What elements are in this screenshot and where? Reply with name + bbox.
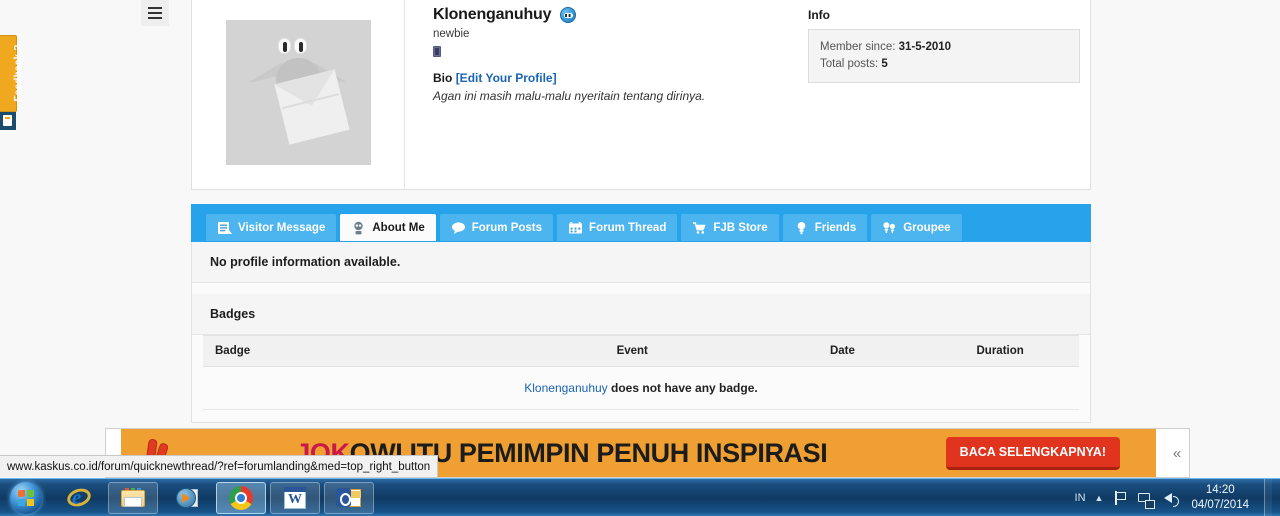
profile-content: Klonenganuhuy newbie Bio [Edit Your Prof…	[191, 0, 1091, 423]
folder-icon	[120, 485, 146, 511]
th-event: Event	[500, 335, 764, 367]
taskbar-microsoft-word[interactable]: W	[270, 481, 320, 514]
info-box: Member since: 31-5-2010 Total posts: 5	[808, 29, 1080, 83]
profile-info-cell: Klonenganuhuy newbie Bio [Edit Your Prof…	[405, 0, 1090, 189]
person-icon	[794, 221, 809, 235]
tab-fjb-store[interactable]: FJB Store	[681, 214, 779, 241]
tab-label: Visitor Message	[238, 221, 326, 234]
feedback-tab-label: Feedback ?	[13, 44, 24, 102]
th-duration: Duration	[921, 335, 1079, 367]
menu-hamburger-button[interactable]	[141, 0, 169, 26]
screen: Feedback ? Klonenganuhuy newbie Bio [Edi…	[0, 0, 1280, 516]
feedback-widget-icon[interactable]	[0, 112, 16, 130]
start-button[interactable]	[2, 480, 50, 516]
bio-text: Agan ini masih malu-malu nyeritain tenta…	[433, 89, 706, 103]
profile-card: Klonenganuhuy newbie Bio [Edit Your Prof…	[191, 0, 1091, 190]
hamburger-line	[148, 12, 162, 14]
info-sidebar: Info Member since: 31-5-2010 Total posts…	[808, 8, 1080, 83]
badges-heading-row: Badges	[192, 294, 1090, 335]
hamburger-line	[148, 7, 162, 9]
show-desktop-button[interactable]	[1264, 478, 1272, 516]
tab-label: FJB Store	[713, 221, 768, 234]
tab-forum-thread[interactable]: Forum Thread	[557, 214, 678, 241]
feedback-tab[interactable]: Feedback ?	[0, 35, 24, 112]
tab-groupee[interactable]: Groupee	[871, 214, 962, 241]
tab-friends[interactable]: Friends	[782, 214, 868, 241]
tray-language-indicator[interactable]: IN	[1075, 492, 1086, 504]
taskbar-windows-media-player[interactable]	[162, 482, 212, 514]
tab-label: Friends	[814, 221, 857, 234]
user-rank-icon	[433, 46, 441, 57]
word-icon: W	[282, 485, 308, 511]
windows-taskbar: e W IN ▲ 14:20 04/07/2014	[0, 478, 1280, 516]
member-since-value: 31-5-2010	[898, 41, 952, 53]
table-row: Klonenganuhuy does not have any badge.	[203, 366, 1079, 410]
hamburger-line	[148, 17, 162, 19]
clock[interactable]: 14:20 04/07/2014	[1191, 483, 1255, 513]
ad-collapse-button[interactable]: «	[1167, 429, 1187, 477]
browser-status-bar: www.kaskus.co.id/forum/quicknewthread/?r…	[0, 455, 439, 477]
badges-empty-user-link[interactable]: Klonenganuhuy	[524, 381, 607, 395]
about-me-panel: No profile information available. Badges…	[191, 242, 1091, 423]
ad-cta-button[interactable]: BACA SELENGKAPNYA!	[945, 436, 1120, 470]
action-center-flag-icon[interactable]	[1112, 490, 1128, 506]
tab-label: Forum Thread	[589, 221, 667, 234]
badges-empty-cell: Klonenganuhuy does not have any badge.	[203, 366, 1079, 410]
clock-date: 04/07/2014	[1191, 498, 1249, 511]
badges-empty-text: does not have any badge.	[607, 381, 758, 395]
no-profile-info-row: No profile information available.	[192, 242, 1090, 283]
profile-tabs: Visitor Message About Me Forum Posts For…	[191, 204, 1091, 242]
people-group-icon	[882, 221, 897, 235]
page-title: Klonenganuhuy	[433, 6, 552, 23]
taskbar-microsoft-outlook[interactable]	[324, 481, 374, 514]
info-heading: Info	[808, 8, 830, 22]
tab-label: Forum Posts	[471, 221, 543, 234]
browser-viewport: Feedback ? Klonenganuhuy newbie Bio [Edi…	[0, 0, 1280, 478]
system-tray: IN ▲ 14:20 04/07/2014	[1075, 478, 1280, 516]
tab-visitor-message[interactable]: Visitor Message	[206, 214, 337, 241]
chrome-icon	[228, 485, 254, 511]
volume-icon[interactable]	[1162, 490, 1180, 507]
shopping-cart-icon	[692, 221, 707, 235]
badges-table: Badge Event Date Duration Klonenganuhuy …	[203, 335, 1079, 410]
tab-about-me[interactable]: About Me	[340, 214, 436, 241]
tab-label: Groupee	[903, 221, 951, 234]
user-status-emoji-icon	[560, 7, 577, 23]
avatar-eye-icon	[277, 38, 291, 54]
tab-forum-posts[interactable]: Forum Posts	[439, 214, 554, 241]
document-lines-icon	[217, 221, 232, 235]
outlook-icon	[336, 485, 362, 511]
show-hidden-icons-icon[interactable]: ▲	[1095, 493, 1104, 503]
internet-explorer-icon: e	[64, 485, 94, 511]
total-posts-label: Total posts:	[820, 58, 879, 70]
edit-your-profile-link[interactable]: [Edit Your Profile]	[456, 71, 557, 85]
total-posts-value: 5	[881, 58, 888, 70]
person-bust-icon	[351, 221, 366, 235]
avatar-eye-icon	[293, 38, 307, 54]
taskbar-internet-explorer[interactable]: e	[54, 482, 104, 514]
tab-label: About Me	[372, 221, 425, 234]
avatar-cell	[192, 0, 405, 189]
table-header-row: Badge Event Date Duration	[203, 335, 1079, 367]
windows-logo-icon	[10, 481, 42, 514]
total-posts-row: Total posts: 5	[820, 56, 1068, 73]
avatar[interactable]	[225, 20, 371, 165]
media-player-icon	[174, 485, 200, 511]
member-since-row: Member since: 31-5-2010	[820, 39, 1068, 56]
taskbar-google-chrome[interactable]	[216, 481, 266, 514]
network-icon[interactable]	[1137, 490, 1156, 509]
calendar-icon	[568, 221, 583, 235]
th-date: Date	[763, 335, 922, 367]
taskbar-windows-explorer[interactable]	[108, 481, 158, 514]
bio-label: Bio	[433, 71, 453, 85]
clock-time: 14:20	[1205, 483, 1235, 496]
member-since-label: Member since:	[820, 41, 896, 53]
speech-bubble-icon	[451, 221, 466, 235]
th-badge: Badge	[203, 335, 501, 367]
panel-spacer	[192, 283, 1090, 294]
